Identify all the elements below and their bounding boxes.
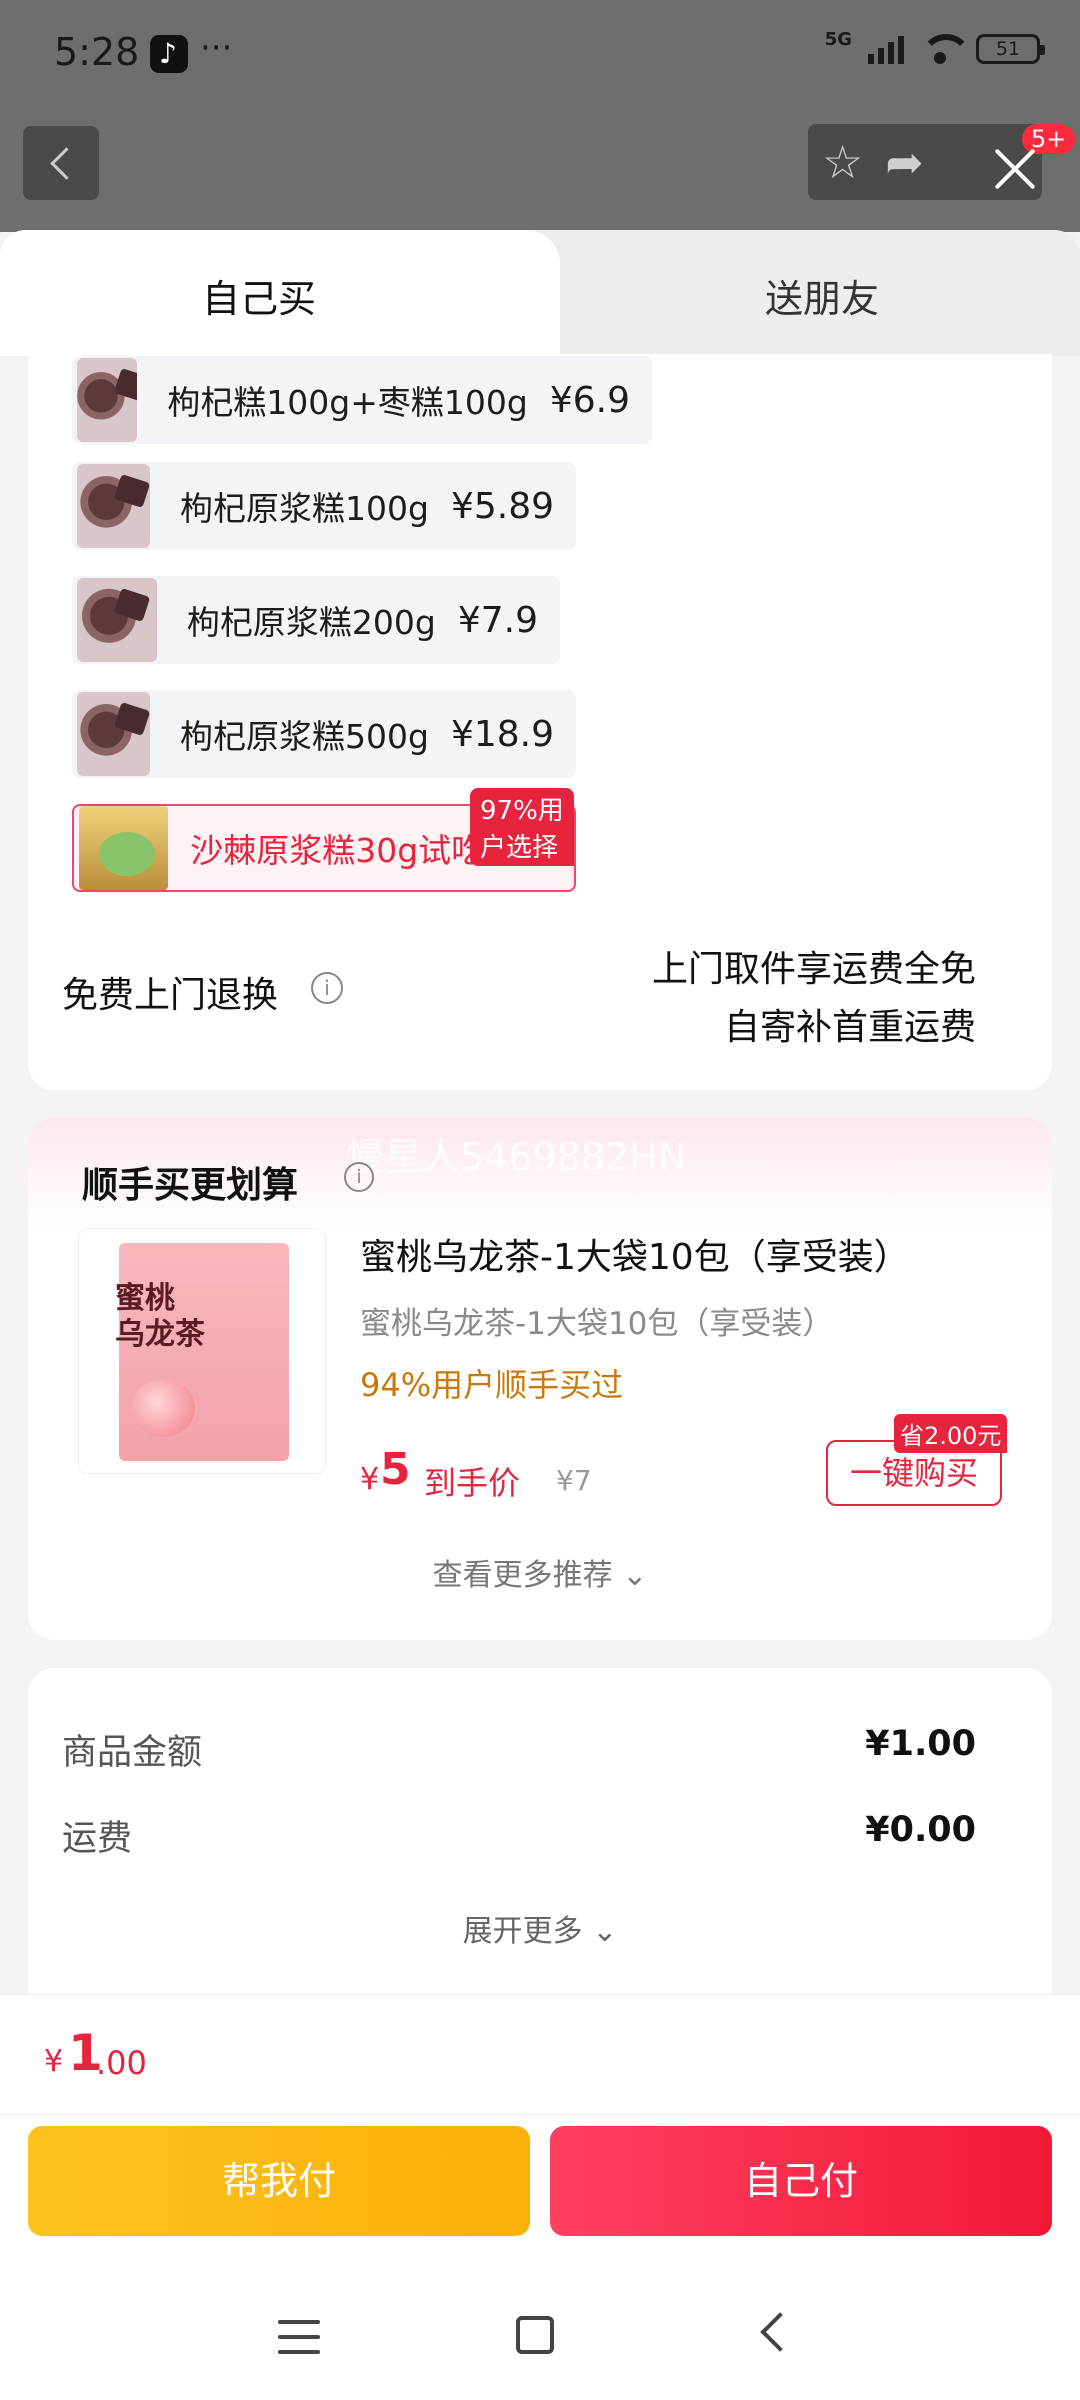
bag-label-line: 蜜桃 xyxy=(115,1281,175,1316)
goods-amount-value: ¥1.00 xyxy=(865,1724,976,1764)
original-price: ¥7 xyxy=(556,1464,592,1497)
option-label: 枸杞原浆糕100g xyxy=(180,489,429,528)
option-item[interactable]: 枸杞糕100g+枣糕100g ¥6.9 xyxy=(72,356,652,444)
menu-icon[interactable] xyxy=(278,2320,320,2354)
popular-choice-badge: 97%用户选择 xyxy=(470,788,574,866)
option-price: ¥7.9 xyxy=(457,599,538,641)
total-currency: ¥ xyxy=(44,2044,64,2079)
option-label: 枸杞原浆糕200g xyxy=(186,603,436,642)
product-image[interactable]: 蜜桃 乌龙茶 xyxy=(78,1228,326,1474)
option-item[interactable]: 枸杞原浆糕100g ¥5.89 xyxy=(72,462,576,550)
shipping-label: 运费 xyxy=(62,1819,133,1859)
back-button[interactable] xyxy=(23,126,99,200)
info-icon[interactable]: i xyxy=(311,972,343,1004)
purchase-tabs: 自己买 送朋友 xyxy=(0,230,1080,356)
tab-friend[interactable]: 送朋友 xyxy=(765,268,879,323)
divider xyxy=(0,2114,1080,2115)
free-return-label: 免费上门退换 xyxy=(62,975,279,1016)
option-price: ¥5.89 xyxy=(450,485,554,527)
status-bar: 5:28 ··· 5G 51 xyxy=(0,0,1080,110)
product-variant: 蜜桃乌龙茶-1大袋10包（享受装） xyxy=(360,1306,834,1342)
close-icon[interactable] xyxy=(988,142,1042,196)
star-icon[interactable]: ☆ xyxy=(822,139,863,185)
watermark: 慢星人5469882HN xyxy=(346,1135,687,1179)
option-item-selected[interactable]: 沙棘原浆糕30g试吃 ¥1 97%用户选择 xyxy=(72,788,576,892)
savings-badge: 省2.00元 xyxy=(894,1414,1008,1453)
status-time: 5:28 xyxy=(54,30,140,74)
product-price: 5 xyxy=(380,1444,411,1495)
battery-icon: 51 xyxy=(976,34,1045,64)
option-item[interactable]: 枸杞原浆糕200g ¥7.9 xyxy=(72,576,560,664)
option-thumbnail xyxy=(77,692,150,776)
system-nav-bar xyxy=(0,2280,1080,2400)
return-note-self-ship: 自寄补首重运费 xyxy=(723,1007,976,1048)
self-pay-button[interactable]: 自己付 xyxy=(550,2126,1052,2236)
goods-amount-label: 商品金额 xyxy=(62,1733,203,1773)
status-indicators: 5G 51 xyxy=(825,29,1045,64)
battery-level: 51 xyxy=(995,38,1021,60)
home-icon[interactable] xyxy=(516,2316,554,2354)
signal-icon xyxy=(868,34,904,64)
option-price: ¥18.9 xyxy=(450,713,554,755)
total-decimal: .00 xyxy=(96,2044,147,2082)
more-notifications-icon: ··· xyxy=(200,28,233,68)
price-tag-label: 到手价 xyxy=(424,1464,521,1502)
tiktok-notification-icon xyxy=(150,35,188,73)
recommendation-title: 顺手买更划算 xyxy=(82,1165,299,1206)
more-recommendations-link[interactable]: 查看更多推荐 ⌄ xyxy=(0,1550,1080,1594)
product-stat: 94%用户顺手买过 xyxy=(360,1366,624,1404)
option-label: 枸杞原浆糕500g xyxy=(180,717,429,756)
option-label: 沙棘原浆糕30g试吃 xyxy=(190,831,485,870)
tab-self-label[interactable]: 自己买 xyxy=(202,268,316,323)
info-icon[interactable]: i xyxy=(344,1162,374,1192)
option-thumbnail xyxy=(77,464,150,548)
return-note-pickup: 上门取件享运费全免 xyxy=(651,949,976,990)
share-icon[interactable]: ➦ xyxy=(885,139,924,185)
shipping-value: ¥0.00 xyxy=(865,1810,976,1850)
peach-image xyxy=(131,1379,195,1437)
bag-label: 蜜桃 乌龙茶 xyxy=(115,1281,205,1353)
option-price: ¥6.9 xyxy=(549,379,630,421)
option-thumbnail xyxy=(77,578,157,662)
expand-more-link[interactable]: 展开更多 ⌄ xyxy=(0,1906,1080,1950)
bag-label-line: 乌龙茶 xyxy=(115,1317,205,1352)
help-pay-button[interactable]: 帮我付 xyxy=(28,2126,530,2236)
back-icon[interactable] xyxy=(760,2312,800,2352)
option-label: 枸杞糕100g+枣糕100g xyxy=(167,383,528,422)
option-thumbnail xyxy=(79,806,169,890)
price-currency: ¥ xyxy=(360,1462,380,1497)
option-item[interactable]: 枸杞原浆糕500g ¥18.9 xyxy=(72,690,576,778)
wifi-icon xyxy=(920,34,972,64)
product-name[interactable]: 蜜桃乌龙茶-1大袋10包（享受装） xyxy=(360,1228,910,1280)
option-thumbnail xyxy=(77,358,138,442)
network-type: 5G xyxy=(824,28,852,50)
